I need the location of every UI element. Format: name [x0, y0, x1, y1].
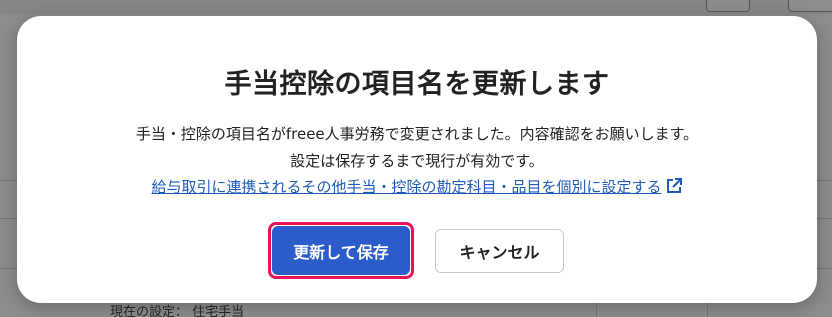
dialog-title: 手当控除の項目名を更新します	[224, 69, 610, 100]
update-item-name-dialog: 手当控除の項目名を更新します 手当・控除の項目名がfreee人事労務で変更されま…	[17, 16, 817, 303]
update-and-save-button[interactable]: 更新して保存	[272, 226, 410, 275]
cancel-button[interactable]: キャンセル	[435, 229, 564, 273]
external-link-icon[interactable]	[665, 177, 683, 195]
dialog-message-line2: 設定は保存するまで現行が有効です。	[290, 152, 544, 170]
dialog-link-row: 給与取引に連携されるその他手当・控除の勘定科目・品目を個別に設定する	[17, 176, 817, 197]
account-settings-link[interactable]: 給与取引に連携されるその他手当・控除の勘定科目・品目を個別に設定する	[151, 178, 661, 196]
dialog-message-line1: 手当・控除の項目名がfreee人事労務で変更されました。内容確認をお願いします。	[135, 125, 699, 143]
